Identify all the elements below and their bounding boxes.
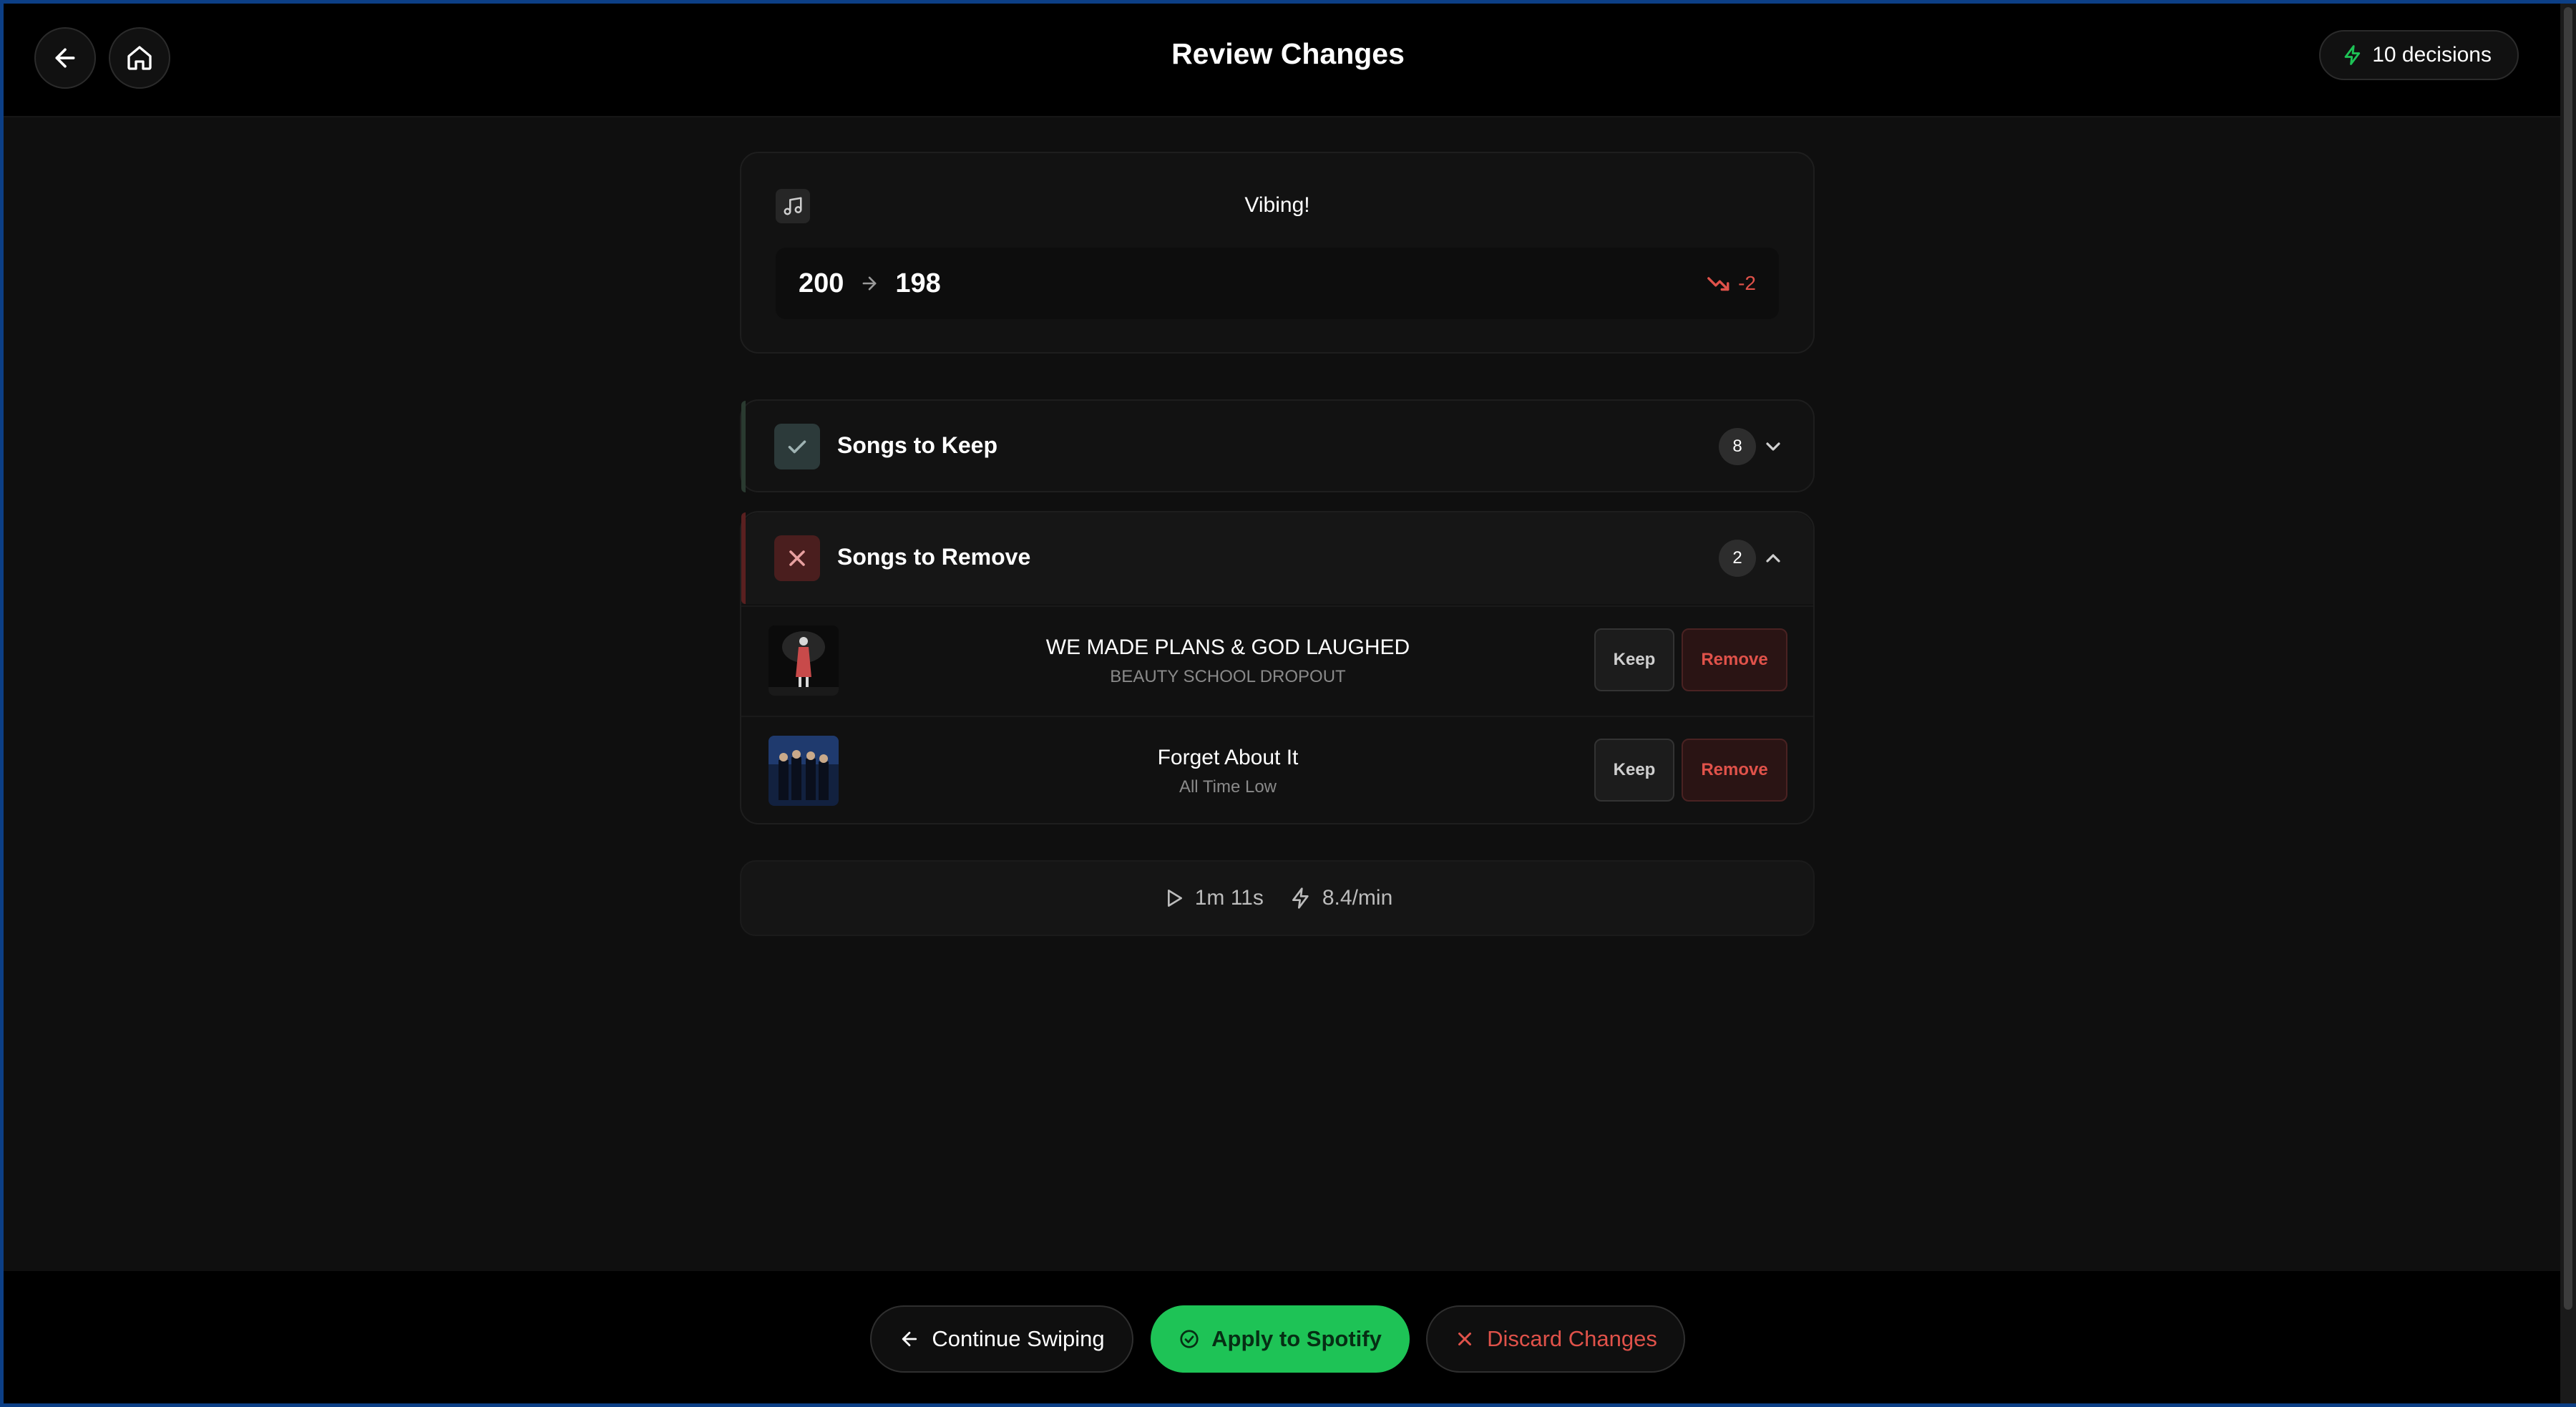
session-stats: 1m 11s 8.4/min <box>740 860 1815 936</box>
decisions-label: 10 decisions <box>2372 43 2492 67</box>
scrollbar[interactable] <box>2560 0 2576 1407</box>
delta-value: -2 <box>1738 272 1756 294</box>
remove-section-label: Songs to Remove <box>837 544 1031 570</box>
remove-button[interactable]: Remove <box>1682 739 1787 802</box>
page-title: Review Changes <box>1171 37 1405 70</box>
count-after: 198 <box>895 268 941 298</box>
keep-section-label: Songs to Keep <box>837 432 998 458</box>
remove-icon-box <box>774 535 820 581</box>
songs-to-keep-section: Songs to Keep 8 <box>740 399 1815 492</box>
song-row: WE MADE PLANS & GOD LAUGHED BEAUTY SCHOO… <box>741 605 1813 716</box>
lightning-icon <box>1292 887 1309 909</box>
songs-to-remove-section: Songs to Remove 2 WE MADE PLANS & GOD LA… <box>740 511 1815 824</box>
keep-button[interactable]: Keep <box>1594 628 1674 691</box>
trending-down-icon <box>1707 277 1729 291</box>
album-art-image <box>769 736 839 806</box>
chevron-down-icon[interactable] <box>1762 435 1785 458</box>
song-row: Forget About It All Time Low Keep Remove <box>741 716 1813 826</box>
duration-stat: 1m 11s <box>1162 886 1264 910</box>
decisions-badge: 10 decisions <box>2319 30 2519 80</box>
count-delta: -2 <box>1707 271 1756 296</box>
apply-to-spotify-button[interactable]: Apply to Spotify <box>1151 1305 1410 1373</box>
playlist-summary-card: Vibing! 200 198 -2 <box>740 152 1815 354</box>
x-icon <box>1458 1333 1472 1345</box>
song-title: Forget About It <box>1157 746 1299 769</box>
remove-section-header[interactable]: Songs to Remove 2 <box>741 512 1813 604</box>
remove-count-badge: 2 <box>1719 540 1756 577</box>
song-artist: BEAUTY SCHOOL DROPOUT <box>1110 667 1346 686</box>
remove-button[interactable]: Remove <box>1682 628 1787 691</box>
discard-changes-button[interactable]: Discard Changes <box>1426 1305 1685 1373</box>
rate-value: 8.4/min <box>1322 886 1393 910</box>
album-art <box>769 736 839 806</box>
continue-swiping-label: Continue Swiping <box>932 1326 1105 1351</box>
continue-swiping-button[interactable]: Continue Swiping <box>870 1305 1133 1373</box>
lightning-icon <box>2344 45 2361 65</box>
x-icon <box>789 550 805 566</box>
apply-to-spotify-label: Apply to Spotify <box>1211 1326 1382 1351</box>
keep-button[interactable]: Keep <box>1594 739 1674 802</box>
song-artist: All Time Low <box>1179 777 1277 797</box>
duration-value: 1m 11s <box>1194 886 1264 910</box>
keep-section-header[interactable]: Songs to Keep 8 <box>741 401 1813 492</box>
top-bar: Review Changes 10 decisions <box>0 0 2576 117</box>
chevron-up-icon[interactable] <box>1762 547 1785 570</box>
track-count-bar: 200 198 -2 <box>776 248 1779 319</box>
keep-icon-box <box>774 424 820 469</box>
album-art-image <box>769 625 839 696</box>
action-footer: Continue Swiping Apply to Spotify Discar… <box>0 1271 2576 1407</box>
remove-accent-bar <box>741 512 746 604</box>
count-before: 200 <box>799 268 844 298</box>
arrow-right-icon <box>859 273 879 293</box>
song-title: WE MADE PLANS & GOD LAUGHED <box>1045 636 1410 659</box>
check-icon <box>788 440 806 454</box>
check-circle-icon <box>1180 1330 1199 1348</box>
playlist-name: Vibing! <box>1244 193 1310 217</box>
play-icon <box>1167 890 1182 907</box>
arrow-left-icon <box>902 1331 917 1347</box>
rate-stat: 8.4/min <box>1289 886 1392 910</box>
scrollbar-thumb[interactable] <box>2564 7 2572 1310</box>
discard-changes-label: Discard Changes <box>1487 1326 1657 1351</box>
keep-count-badge: 8 <box>1719 428 1756 465</box>
keep-accent-bar <box>741 401 746 492</box>
album-art <box>769 625 839 696</box>
